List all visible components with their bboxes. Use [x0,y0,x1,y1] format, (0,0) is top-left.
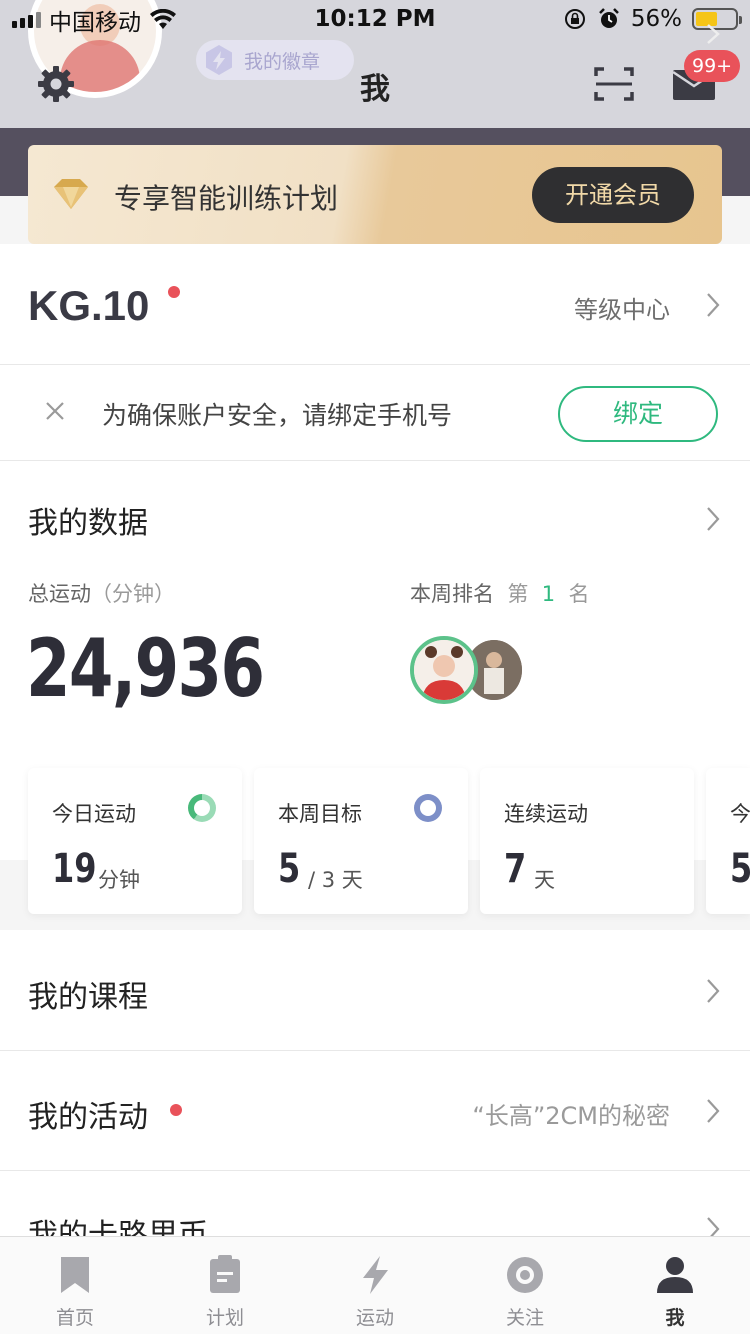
eye-icon [507,1257,543,1293]
bind-phone-button[interactable]: 绑定 [558,386,718,442]
level-notification-dot [168,286,180,298]
activate-membership-button[interactable]: 开通会员 [532,167,694,223]
close-icon[interactable] [44,400,66,422]
clipboard-icon [210,1255,240,1293]
total-exercise-label: 总运动（分钟） [28,582,175,606]
my-data-title[interactable]: 我的数据 [28,498,148,542]
person-icon [657,1257,693,1293]
streak-card[interactable]: 连续运动 7 天 [480,768,694,914]
message-count-badge: 99+ [684,50,741,82]
divider [0,460,750,461]
tab-follow[interactable]: 关注 [450,1237,600,1334]
bookmark-icon [61,1257,89,1293]
tab-home[interactable]: 首页 [0,1237,150,1334]
total-exercise-unit: （分钟） [91,582,175,606]
chevron-right-icon [707,293,720,317]
total-exercise-value: 24,936 [26,622,265,715]
divider [0,1050,750,1051]
progress-ring-icon [188,794,216,822]
chevron-right-icon [707,1099,720,1123]
my-rank-avatar[interactable] [410,636,478,704]
weekly-rank-label[interactable]: 本周排名 第 1 名 [410,578,589,608]
weekly-goal-card[interactable]: 本周目标 5 / 3 天 [254,768,468,914]
tab-bar: 首页 计划 运动 关注 我 [0,1236,750,1334]
bind-phone-message: 为确保账户安全，请绑定手机号 [102,401,453,430]
page-title: 我 [360,72,390,107]
battery-percent: 56% [630,6,682,32]
scan-icon[interactable] [594,66,634,102]
activity-notification-dot [170,1104,182,1116]
main-content: KG.10 等级中心 为确保账户安全，请绑定手机号 绑定 我的数据 总运动（分钟… [0,244,750,1253]
progress-ring-icon [414,794,442,822]
vip-banner[interactable]: 专享智能训练计划 开通会员 [28,145,722,244]
chevron-right-icon [707,24,720,44]
divider [0,1170,750,1171]
level-center-link[interactable]: 等级中心 [574,290,670,325]
tab-me[interactable]: 我 [600,1237,750,1334]
rotation-lock-icon [564,9,585,29]
diamond-icon [54,179,88,209]
tab-plan[interactable]: 计划 [150,1237,300,1334]
vip-promo-text: 专享智能训练计划 [114,182,339,215]
level-label: KG.10 [28,282,150,329]
status-bar: 中国移动 10:12 PM 56% [0,0,750,40]
bind-phone-banner: 为确保账户安全，请绑定手机号 绑定 [0,364,750,460]
alarm-icon [598,8,619,28]
lightning-icon [363,1256,388,1294]
tab-workout[interactable]: 运动 [300,1237,450,1334]
activity-promo-text: “长高”2CM的秘密 [472,1102,670,1130]
chevron-right-icon [707,979,720,1003]
chevron-right-icon[interactable] [706,506,720,532]
weekly-rank-number: 1 [541,582,556,606]
partial-card[interactable]: 今 57 [706,768,750,914]
today-exercise-card[interactable]: 今日运动 19 分钟 [28,768,242,914]
